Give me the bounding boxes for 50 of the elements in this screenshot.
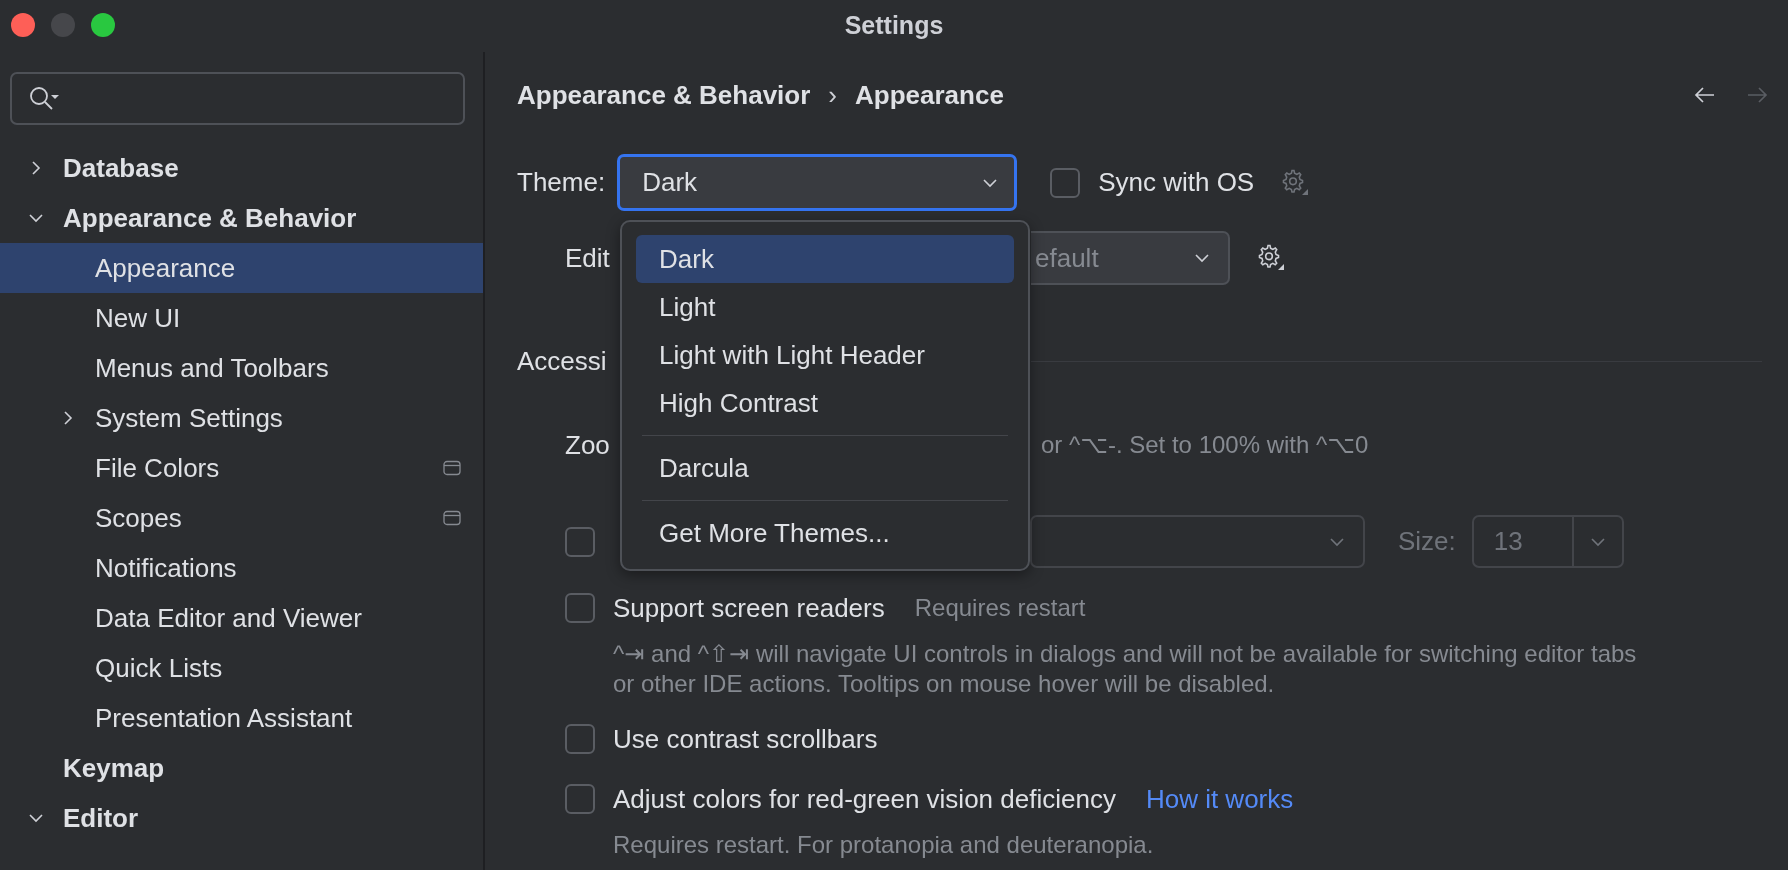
tree-item[interactable]: Keymap (0, 743, 483, 793)
checkbox-label: Adjust colors for red-green vision deficiency (613, 783, 1116, 815)
checkbox[interactable] (565, 784, 595, 814)
zoom-button[interactable] (91, 13, 115, 37)
tree-item[interactable]: Appearance (0, 243, 483, 293)
menu-item[interactable]: Darcula (636, 444, 1014, 492)
size-label: Size: (1398, 526, 1456, 557)
tree-item[interactable]: Data Editor and Viewer (0, 593, 483, 643)
back-arrow-icon[interactable] (1694, 85, 1716, 105)
tree-item[interactable]: Database (0, 143, 483, 193)
tree-item[interactable]: Presentation Assistant (0, 693, 483, 743)
checkbox[interactable] (1050, 167, 1081, 198)
breadcrumb-item[interactable]: Appearance & Behavior (517, 79, 811, 111)
menu-item[interactable]: Dark (636, 235, 1014, 283)
hint-text: Requires restart (914, 594, 1086, 622)
link[interactable]: How it works (1145, 783, 1294, 815)
tree-item[interactable]: Menus and Toolbars (0, 343, 483, 393)
menu-item[interactable]: Get More Themes... (636, 509, 1014, 557)
description-text: Requires restart. For protanopia and deuteranopia. (613, 830, 1155, 860)
checkbox-label: Support screen readers (613, 592, 885, 624)
window-title: Settings (844, 10, 944, 40)
breadcrumb-item[interactable]: Appearance (855, 79, 1004, 111)
theme-label: Theme: (517, 167, 606, 198)
settings-icon[interactable] (1256, 243, 1286, 273)
checkbox-label: Sync with OS (1098, 167, 1255, 198)
search-field[interactable] (10, 72, 465, 125)
section-title: Accessi (517, 345, 608, 377)
checkbox[interactable] (565, 593, 595, 623)
zoom-label: Zoo (565, 429, 611, 461)
tree-item[interactable]: File Colors (0, 443, 483, 493)
editor-label: Edit (565, 242, 611, 274)
window-icon (443, 460, 461, 476)
tree-item[interactable]: System Settings (0, 393, 483, 443)
menu-item[interactable]: High Contrast (636, 379, 1014, 427)
description-text: ^⇥ and ^⇧⇥ will navigate UI controls in dialogs and will not be available for switching editor tabs or other IDE actions. Tooltips on mouse hover will be disabled. (613, 639, 1638, 699)
tree-item[interactable]: Quick Lists (0, 643, 483, 693)
tree-item[interactable]: Scopes (0, 493, 483, 543)
window-icon (443, 510, 461, 526)
tree-item[interactable]: Editor (0, 793, 483, 843)
tree-item[interactable]: Notifications (0, 543, 483, 593)
checkbox-label: Use contrast scrollbars (613, 723, 878, 755)
hint-text: or ^⌥-. Set to 100% with ^⌥0 (1041, 431, 1369, 459)
tree-item[interactable]: New UI (0, 293, 483, 343)
theme-dropdown[interactable]: Dark (617, 154, 1018, 211)
checkbox[interactable] (565, 724, 595, 754)
menu-item[interactable]: Light with Light Header (636, 331, 1014, 379)
close-button[interactable] (11, 13, 35, 37)
breadcrumb-separator: › (828, 79, 837, 111)
menu-item[interactable]: Light (636, 283, 1014, 331)
tree-item[interactable]: Appearance & Behavior (0, 193, 483, 243)
